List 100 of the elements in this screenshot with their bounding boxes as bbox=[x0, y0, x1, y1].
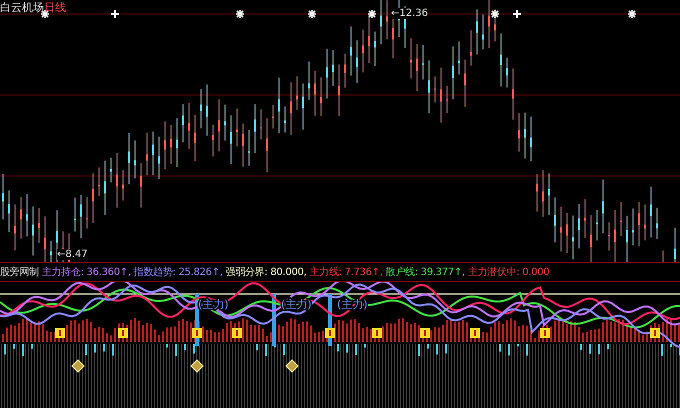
coin-icon bbox=[372, 328, 382, 338]
candlestick bbox=[536, 174, 538, 212]
high-price-label: ←12.36 bbox=[391, 8, 428, 19]
cross-icon bbox=[110, 9, 120, 19]
candlestick bbox=[98, 167, 100, 196]
candlestick bbox=[608, 222, 610, 252]
legend-value: 强弱分界: 80.000, bbox=[226, 266, 306, 279]
candlestick bbox=[626, 215, 628, 262]
coin-icon bbox=[420, 328, 430, 338]
candlestick bbox=[416, 43, 418, 92]
candlestick bbox=[170, 124, 172, 164]
legend-value: 主力线: 7.736↑, bbox=[309, 266, 383, 279]
candlestick bbox=[614, 210, 616, 262]
diamond-icon bbox=[285, 359, 299, 373]
candlestick bbox=[512, 68, 514, 120]
candlestick bbox=[506, 57, 508, 88]
diamond-icon bbox=[71, 359, 85, 373]
asterisk-icon bbox=[235, 9, 245, 19]
indicator-title: 股旁网制 bbox=[0, 266, 39, 279]
candlestick bbox=[434, 76, 436, 103]
candlestick bbox=[656, 207, 658, 240]
candlestick bbox=[650, 186, 652, 238]
candlestick bbox=[32, 206, 34, 256]
candlestick bbox=[236, 108, 238, 147]
candlestick bbox=[176, 118, 178, 168]
cross-icon bbox=[512, 9, 522, 19]
candlestick bbox=[464, 59, 466, 108]
candlestick bbox=[524, 112, 526, 159]
candlestick bbox=[224, 104, 226, 142]
candlestick bbox=[380, 0, 382, 45]
candlestick bbox=[566, 212, 568, 254]
candlestick bbox=[26, 194, 28, 237]
candlestick bbox=[44, 216, 46, 262]
candlestick bbox=[2, 173, 4, 220]
candlestick bbox=[302, 83, 304, 130]
candlestick bbox=[314, 70, 316, 116]
candlestick bbox=[500, 32, 502, 87]
candlestick bbox=[638, 201, 640, 247]
candlestick bbox=[104, 160, 106, 216]
candlestick bbox=[50, 240, 52, 262]
candlestick bbox=[110, 157, 112, 183]
candlestick bbox=[188, 102, 190, 150]
candlestick bbox=[20, 196, 22, 240]
legend-value: 散户线: 39.377↑, bbox=[386, 266, 465, 279]
candlestick bbox=[218, 98, 220, 152]
legend-value: 主力持仓: 36.360↑, bbox=[42, 266, 131, 279]
candlestick bbox=[134, 140, 136, 179]
candlestick bbox=[278, 77, 280, 134]
period-label: 日线 bbox=[44, 0, 66, 15]
asterisk-icon bbox=[490, 9, 500, 19]
candlestick bbox=[254, 104, 256, 154]
candlestick bbox=[560, 206, 562, 252]
candlestick bbox=[410, 38, 412, 79]
candlestick bbox=[86, 196, 88, 230]
candlestick bbox=[290, 82, 292, 136]
candlestick bbox=[428, 60, 430, 114]
coin-icon bbox=[232, 328, 242, 338]
candlestick bbox=[338, 64, 340, 116]
candlestick bbox=[422, 44, 424, 80]
candlestick bbox=[386, 0, 388, 40]
candlestick bbox=[584, 198, 586, 238]
candlestick bbox=[332, 50, 334, 86]
candlestick bbox=[458, 41, 460, 75]
candlestick bbox=[326, 48, 328, 99]
diamond-icon bbox=[190, 359, 204, 373]
candlestick bbox=[572, 215, 574, 260]
candlestick bbox=[674, 227, 676, 262]
candlestick bbox=[542, 170, 544, 218]
candlestick bbox=[8, 190, 10, 233]
coin-icon bbox=[55, 328, 65, 338]
candlestick bbox=[476, 8, 478, 55]
candlestick bbox=[578, 204, 580, 249]
candlestick bbox=[14, 204, 16, 251]
candlestick bbox=[602, 179, 604, 234]
candlestick bbox=[248, 129, 250, 166]
asterisk-icon bbox=[367, 9, 377, 19]
candlestick bbox=[548, 172, 550, 216]
legend-value: 主力潜伏中: 0.000 bbox=[468, 266, 550, 279]
candlestick bbox=[308, 61, 310, 100]
candlestick bbox=[590, 214, 592, 262]
candlestick bbox=[482, 14, 484, 50]
coin-icon bbox=[540, 328, 550, 338]
candlestick bbox=[296, 76, 298, 110]
candlestick bbox=[596, 209, 598, 241]
candlestick bbox=[488, 0, 490, 49]
candlestick bbox=[164, 120, 166, 170]
candlestick bbox=[212, 124, 214, 157]
candlestick bbox=[182, 104, 184, 143]
candlestick bbox=[518, 112, 520, 152]
stock-name: 白云机场 bbox=[0, 0, 44, 15]
legend-value: 指数趋势: 25.826↑, bbox=[134, 266, 223, 279]
candlestick bbox=[80, 194, 82, 239]
candlestick bbox=[320, 76, 322, 116]
candlestick bbox=[38, 208, 40, 244]
candlestick bbox=[368, 14, 370, 64]
candlestick bbox=[356, 40, 358, 84]
low-price-label: ←8.47 bbox=[57, 249, 88, 260]
candlestick bbox=[242, 123, 244, 168]
candlestick bbox=[260, 109, 262, 140]
coin-icon bbox=[650, 328, 660, 338]
